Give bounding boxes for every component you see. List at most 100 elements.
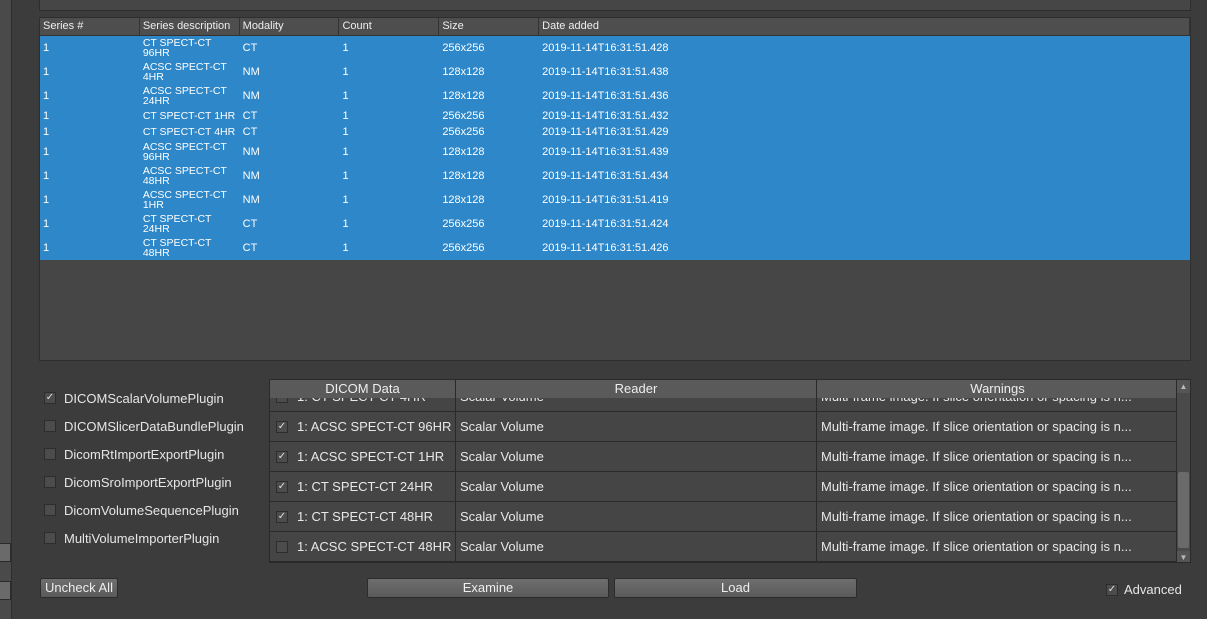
series-row[interactable]: 1 ACSC SPECT-CT 4HR NM 1 128x128 2019-11-14T1… <box>40 60 1190 84</box>
date-added-cell: 2019-11-14T16:31:51.439 <box>542 146 669 158</box>
column-header-series-number[interactable]: Series # <box>40 18 140 35</box>
modality-cell: NM <box>242 170 260 182</box>
plugin-item[interactable]: ✓ DICOMScalarVolumePlugin <box>44 388 224 408</box>
series-description-cell: CT SPECT-CT 48HR <box>142 237 212 259</box>
loadable-row[interactable]: ✓ 1: ACSC SPECT-CT 1HR Scalar Volume Multi-… <box>270 442 1178 472</box>
plugin-item[interactable]: DicomRtImportExportPlugin <box>44 444 224 464</box>
plugin-checkbox[interactable] <box>44 420 56 432</box>
loadable-checkbox[interactable]: ✓ <box>276 398 288 403</box>
plugin-checkbox[interactable] <box>44 476 56 488</box>
load-button[interactable]: Load <box>614 578 857 598</box>
series-row[interactable]: 1 ACSC SPECT-CT 96HR NM 1 128x128 2019-11-14T… <box>40 140 1190 164</box>
series-row[interactable]: 1 ACSC SPECT-CT 1HR NM 1 128x128 2019-11-14T1… <box>40 188 1190 212</box>
series-row[interactable]: 1 CT SPECT-CT 96HR CT 1 256x256 2019-11-14T16… <box>40 36 1190 60</box>
loadable-row[interactable]: ✓ 1: ACSC SPECT-CT 96HR Scalar Volume Multi… <box>270 412 1178 442</box>
dicom-data-label: 1: ACSC SPECT-CT 96HR <box>297 419 452 434</box>
dicom-data-cell[interactable]: ✓ 1: ACSC SPECT-CT 96HR <box>270 412 456 441</box>
loadable-table-scrollbar[interactable]: ▲ ▼ <box>1176 380 1190 562</box>
plugin-checkbox[interactable] <box>44 504 56 516</box>
left-panel-button[interactable] <box>0 581 11 600</box>
dicom-data-cell[interactable]: 1: ACSC SPECT-CT 48HR <box>270 532 456 561</box>
plugin-label: DicomVolumeSequencePlugin <box>64 502 239 518</box>
dicom-data-label: 1: ACSC SPECT-CT 1HR <box>297 449 445 464</box>
dicom-data-cell[interactable]: ✓ 1: CT SPECT-CT 24HR <box>270 472 456 501</box>
warning-cell: Multi-frame image. If slice orientation … <box>821 539 1132 554</box>
date-added-cell: 2019-11-14T16:31:51.424 <box>542 218 669 230</box>
series-number-cell: 1 <box>43 242 50 254</box>
loadable-checkbox[interactable]: ✓ <box>276 480 288 493</box>
series-row[interactable]: 1 CT SPECT-CT 4HR CT 1 256x256 2019-11-14T16:… <box>40 124 1190 140</box>
plugin-checkbox[interactable]: ✓ <box>44 392 56 404</box>
warning-cell: Multi-frame image. If slice orientation … <box>821 419 1132 434</box>
column-header-size[interactable]: Size <box>439 18 540 35</box>
dicom-data-cell[interactable]: ✓ 1: CT SPECT-CT 4HR <box>270 398 456 411</box>
loadable-row[interactable]: ✓ 1: CT SPECT-CT 48HR Scalar Volume Multi-f… <box>270 502 1178 532</box>
plugin-label: DICOMScalarVolumePlugin <box>64 390 224 406</box>
scroll-down-icon[interactable]: ▼ <box>1177 551 1190 562</box>
modality-cell: NM <box>242 194 260 206</box>
date-added-cell: 2019-11-14T16:31:51.419 <box>542 194 669 206</box>
column-header-dicom-data[interactable]: DICOM Data <box>270 380 456 398</box>
check-icon: ✓ <box>277 480 287 492</box>
dicom-data-label: 1: CT SPECT-CT 24HR <box>297 479 434 494</box>
count-cell: 1 <box>342 90 349 102</box>
advanced-checkbox[interactable]: ✓ <box>1106 583 1118 596</box>
plugin-item[interactable]: MultiVolumeImporterPlugin <box>44 528 219 548</box>
series-description-cell: CT SPECT-CT 24HR <box>142 213 212 235</box>
series-description-cell: ACSC SPECT-CT 24HR <box>142 85 227 107</box>
uncheck-all-button[interactable]: Uncheck All <box>40 578 118 598</box>
examine-button[interactable]: Examine <box>367 578 609 598</box>
check-icon: ✓ <box>45 392 55 403</box>
series-number-cell: 1 <box>43 110 50 122</box>
reader-cell: Scalar Volume <box>456 532 817 561</box>
series-number-cell: 1 <box>43 146 50 158</box>
loadable-checkbox[interactable] <box>276 540 288 553</box>
advanced-toggle[interactable]: ✓ Advanced <box>1106 582 1182 597</box>
column-header-series-description[interactable]: Series description <box>140 18 240 35</box>
loadable-checkbox[interactable]: ✓ <box>276 510 288 523</box>
date-added-cell: 2019-11-14T16:31:51.434 <box>542 170 669 182</box>
dicom-data-cell[interactable]: ✓ 1: CT SPECT-CT 48HR <box>270 502 456 531</box>
modality-cell: NM <box>242 146 260 158</box>
series-description-cell: ACSC SPECT-CT 48HR <box>142 165 227 187</box>
plugin-label: DicomRtImportExportPlugin <box>64 446 225 462</box>
size-cell: 256x256 <box>442 42 485 54</box>
plugin-checkbox[interactable] <box>44 448 56 460</box>
column-header-reader[interactable]: Reader <box>456 380 817 398</box>
column-header-date-added[interactable]: Date added <box>539 18 1190 35</box>
loadable-row[interactable]: ✓ 1: CT SPECT-CT 24HR Scalar Volume Multi-f… <box>270 472 1178 502</box>
dicom-data-label: 1: CT SPECT-CT 4HR <box>297 398 426 404</box>
warning-cell: Multi-frame image. If slice orientation … <box>821 509 1132 524</box>
series-number-cell: 1 <box>43 194 50 206</box>
modality-cell: CT <box>242 42 258 54</box>
reader-cell: Scalar Volume <box>456 412 817 441</box>
series-row[interactable]: 1 ACSC SPECT-CT 24HR NM 1 128x128 2019-11-14T… <box>40 84 1190 108</box>
loadable-checkbox[interactable]: ✓ <box>276 420 288 433</box>
column-header-count[interactable]: Count <box>339 18 440 35</box>
plugin-item[interactable]: DicomSroImportExportPlugin <box>44 472 232 492</box>
plugin-item[interactable]: DICOMSlicerDataBundlePlugin <box>44 416 244 436</box>
plugin-item[interactable]: DicomVolumeSequencePlugin <box>44 500 239 520</box>
left-panel-button[interactable] <box>0 543 11 562</box>
warning-cell: Multi-frame image. If slice orientation … <box>817 398 1178 411</box>
series-row[interactable]: 1 CT SPECT-CT 1HR CT 1 256x256 2019-11-14T16:… <box>40 108 1190 124</box>
loadable-row[interactable]: 1: ACSC SPECT-CT 48HR Scalar Volume Multi-… <box>270 532 1178 562</box>
series-description-cell: CT SPECT-CT 96HR <box>142 37 212 59</box>
loadable-checkbox[interactable]: ✓ <box>276 450 288 463</box>
series-number-cell: 1 <box>43 42 50 54</box>
column-header-warnings[interactable]: Warnings <box>817 380 1178 398</box>
loadable-row[interactable]: ✓ 1: CT SPECT-CT 4HR Scalar VolumeMulti-fr… <box>270 398 1178 412</box>
dicom-data-cell[interactable]: ✓ 1: ACSC SPECT-CT 1HR <box>270 442 456 471</box>
series-row[interactable]: 1 ACSC SPECT-CT 48HR NM 1 128x128 2019-11-14T… <box>40 164 1190 188</box>
scroll-up-icon[interactable]: ▲ <box>1177 380 1190 393</box>
plugin-checkbox[interactable] <box>44 532 56 544</box>
series-row[interactable]: 1 CT SPECT-CT 48HR CT 1 256x256 2019-11-14T16… <box>40 236 1190 260</box>
series-row[interactable]: 1 CT SPECT-CT 24HR CT 1 256x256 2019-11-14T16… <box>40 212 1190 236</box>
date-added-cell: 2019-11-14T16:31:51.432 <box>542 110 669 122</box>
size-cell: 128x128 <box>442 66 485 78</box>
warning-cell: Multi-frame image. If slice orientation … <box>821 479 1132 494</box>
column-header-modality[interactable]: Modality <box>240 18 340 35</box>
dicom-data-label: 1: ACSC SPECT-CT 48HR <box>297 539 452 554</box>
count-cell: 1 <box>342 66 349 78</box>
scrollbar-thumb[interactable] <box>1178 472 1189 548</box>
